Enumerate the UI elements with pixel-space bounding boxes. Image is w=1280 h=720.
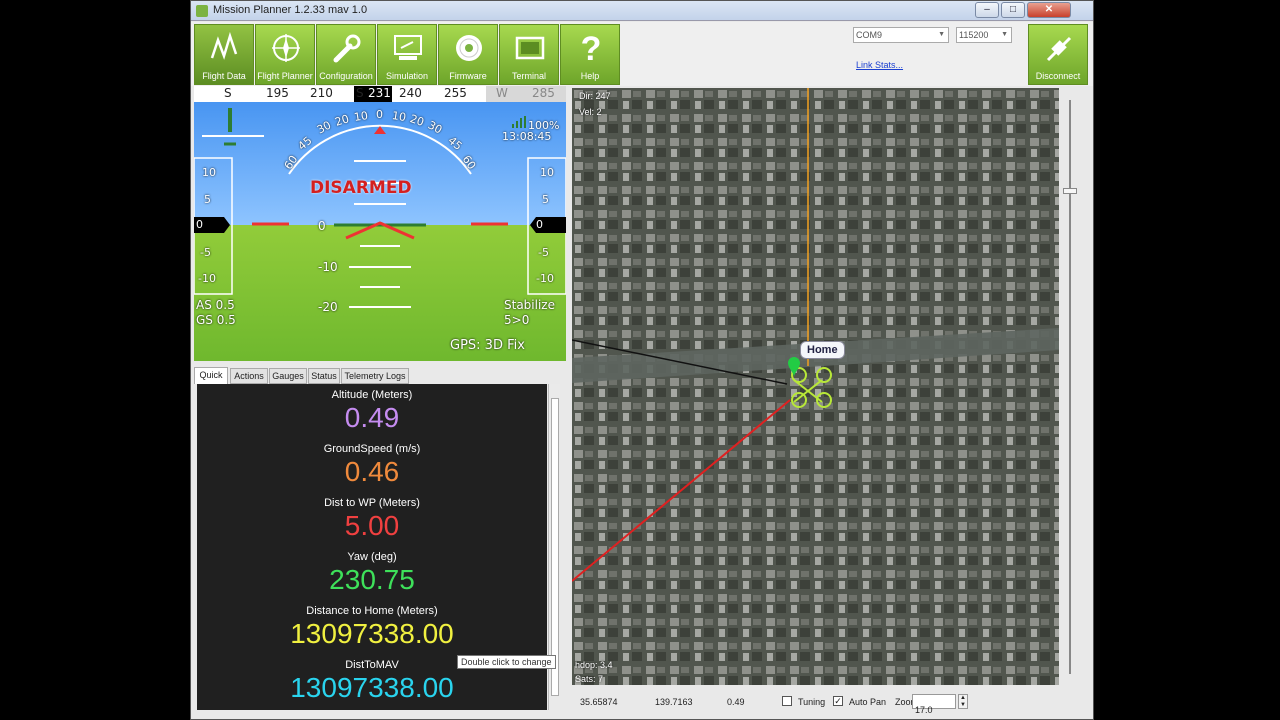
dist-to-wp-value[interactable]: 5.00	[197, 510, 547, 542]
zoom-slider-thumb[interactable]	[1063, 188, 1077, 194]
chevron-down-icon: ▼	[938, 31, 945, 38]
groundspeed-label: GroundSpeed (m/s)	[323, 443, 421, 455]
latitude: 35.65874	[580, 697, 618, 707]
longitude: 139.7163	[655, 697, 693, 707]
baud-rate-select[interactable]: 115200 ▼	[956, 27, 1012, 43]
arm-status: DISARMED	[310, 178, 412, 198]
info-tabs: Quick Actions Gauges Status Telemetry Lo…	[194, 367, 566, 384]
firmware-button[interactable]: Firmware	[438, 24, 498, 85]
groundspeed-value[interactable]: 0.46	[197, 456, 547, 488]
zoom-track-line	[1069, 100, 1071, 674]
terminal-button[interactable]: Terminal	[499, 24, 559, 85]
simulation-button[interactable]: Simulation	[377, 24, 437, 85]
dist-to-wp-label: Dist to WP (Meters)	[324, 497, 420, 509]
flight-data-button[interactable]: Flight Data	[194, 24, 254, 85]
title-bar: Mission Planner 1.2.33 mav 1.0 – □ ✕	[191, 1, 1093, 21]
satellite-map[interactable]: Dir: 247 Vel: 2 Home hdop: 3.4 Sats: 7	[572, 88, 1059, 685]
zoom-stepper[interactable]: ▲ ▼	[958, 694, 968, 709]
mission-planner-window: Mission Planner 1.2.33 mav 1.0 – □ ✕ Fli…	[190, 0, 1094, 720]
groundspeed-readout: GS 0.5	[196, 313, 236, 327]
altitude-value[interactable]: 0.49	[197, 402, 547, 434]
help-icon: ?	[581, 30, 602, 66]
map-sats: Sats: 7	[575, 674, 604, 684]
clock: 13:08:45	[502, 130, 552, 143]
tab-actions[interactable]: Actions	[230, 368, 268, 384]
tab-quick[interactable]: Quick	[194, 367, 228, 384]
chevron-down-icon: ▼	[1001, 31, 1008, 38]
firmware-icon	[456, 35, 482, 61]
plug-icon	[1046, 36, 1072, 62]
link-stats-link[interactable]: Link Stats...	[856, 60, 903, 70]
tab-telemetry-logs[interactable]: Telemetry Logs	[341, 368, 409, 384]
map-status-bar: 35.65874 139.7163 0.49 Tuning ✓ Auto Pan…	[572, 688, 1091, 718]
tuning-label: Tuning	[798, 697, 826, 707]
altitude-label: Altitude (Meters)	[331, 389, 413, 401]
configuration-button[interactable]: Configuration	[316, 24, 376, 85]
dist-to-mav-value[interactable]: 13097338.00	[197, 672, 547, 704]
yaw-value[interactable]: 230.75	[197, 564, 547, 596]
disconnect-button[interactable]: Disconnect	[1028, 24, 1088, 85]
tooltip: Double click to change	[457, 655, 556, 669]
altitude-readout: 0.49	[727, 697, 745, 707]
map-velocity: Vel: 2	[579, 107, 602, 117]
main-toolbar: Flight Data Flight Planner Configuration…	[191, 22, 1093, 86]
configuration-icon	[333, 34, 361, 63]
com-port-select[interactable]: COM9 ▼	[853, 27, 949, 43]
waypoint-readout: 5>0	[504, 313, 530, 327]
tab-gauges[interactable]: Gauges	[269, 368, 307, 384]
distance-to-home-value[interactable]: 13097338.00	[197, 618, 547, 650]
zoom-slider[interactable]	[1063, 94, 1077, 679]
window-title: Mission Planner 1.2.33 mav 1.0	[213, 4, 368, 16]
map-direction: Dir: 247	[579, 91, 611, 101]
terminal-icon	[515, 36, 545, 60]
airspeed-readout: AS 0.5	[196, 298, 235, 312]
map-imagery	[572, 88, 1059, 685]
flight-planner-icon	[272, 34, 300, 62]
close-button[interactable]: ✕	[1027, 2, 1071, 18]
autopan-checkbox[interactable]: ✓	[833, 696, 843, 706]
tuning-checkbox[interactable]	[782, 696, 792, 706]
heading-value: 231	[368, 86, 391, 100]
app-icon	[196, 5, 208, 17]
flight-mode: Stabilize	[504, 298, 555, 312]
distance-to-home-label: Distance to Home (Meters)	[306, 605, 438, 617]
flight-planner-button[interactable]: Flight Planner	[255, 24, 315, 85]
map-hdop: hdop: 3.4	[575, 660, 613, 670]
flight-data-icon	[210, 31, 238, 60]
hud-display: S 195 210 S 231 240 255 W 285 100% 13:08…	[194, 86, 566, 361]
yaw-label: Yaw (deg)	[347, 551, 397, 563]
simulation-icon	[394, 35, 422, 60]
minimize-button[interactable]: –	[975, 2, 999, 18]
tab-status[interactable]: Status	[308, 368, 340, 384]
autopan-label: Auto Pan	[849, 697, 887, 707]
gps-status: GPS: 3D Fix	[450, 338, 525, 353]
maximize-button[interactable]: □	[1001, 2, 1025, 18]
zoom-input[interactable]: 17.0	[912, 694, 956, 715]
help-button[interactable]: ? Help	[560, 24, 620, 85]
home-label: Home	[800, 341, 845, 359]
svg-text:?: ?	[581, 30, 602, 66]
scroll-thumb[interactable]	[551, 398, 559, 696]
